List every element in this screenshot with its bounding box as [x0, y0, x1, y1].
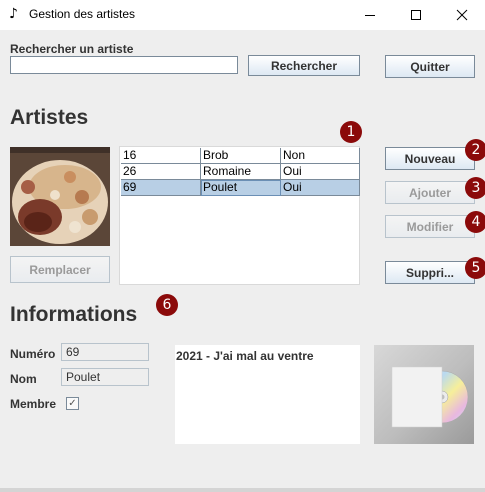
- table-cell-member: Oui: [281, 164, 360, 180]
- replace-button[interactable]: Remplacer: [10, 256, 110, 283]
- table-row-selected[interactable]: 69 Poulet Oui: [121, 180, 360, 196]
- cd-cover-icon: [374, 345, 474, 444]
- table-cell-member: Non: [281, 148, 360, 164]
- maximize-button[interactable]: [393, 0, 439, 30]
- delete-button[interactable]: Suppri...: [385, 261, 475, 284]
- annotation-badge-3: 3: [465, 177, 485, 199]
- membre-label: Membre: [10, 397, 57, 411]
- annotation-badge-5: 5: [465, 257, 485, 279]
- table-cell-id: 26: [121, 164, 201, 180]
- annotation-badge-6: 6: [156, 294, 178, 316]
- minimize-icon: [365, 15, 375, 16]
- quit-button[interactable]: Quitter: [385, 55, 475, 78]
- artists-table[interactable]: 16 Brob Non 26 Romaine Oui 69 Poulet Oui: [119, 146, 360, 285]
- table-row[interactable]: 26 Romaine Oui: [121, 164, 360, 180]
- numero-label: Numéro: [10, 347, 56, 361]
- search-label: Rechercher un artiste: [10, 42, 134, 56]
- table-row[interactable]: 16 Brob Non: [121, 148, 360, 164]
- add-button[interactable]: Ajouter: [385, 181, 475, 204]
- annotation-badge-1: 1: [340, 121, 362, 143]
- close-button[interactable]: [439, 0, 485, 30]
- albums-list[interactable]: 2021 - J'ai mal au ventre: [175, 345, 360, 444]
- membre-checkbox[interactable]: ✓: [66, 397, 79, 410]
- close-icon: [456, 9, 468, 21]
- music-note-icon: ♪: [9, 6, 18, 22]
- table-cell-name: Romaine: [201, 164, 281, 180]
- minimize-button[interactable]: [347, 0, 393, 30]
- table-cell-name: Brob: [201, 148, 281, 164]
- search-input[interactable]: [10, 56, 238, 74]
- search-button[interactable]: Rechercher: [248, 55, 360, 76]
- modify-button[interactable]: Modifier: [385, 215, 475, 238]
- window-title: Gestion des artistes: [29, 7, 136, 21]
- title-bar: ♪ Gestion des artistes: [0, 0, 485, 30]
- annotation-badge-2: 2: [465, 139, 485, 161]
- nom-field: Poulet: [61, 368, 149, 386]
- nom-label: Nom: [10, 372, 37, 386]
- new-button[interactable]: Nouveau: [385, 147, 475, 170]
- check-icon: ✓: [68, 397, 77, 409]
- maximize-icon: [411, 10, 421, 20]
- table-cell-id: 16: [121, 148, 201, 164]
- status-strip: [0, 488, 485, 492]
- table-cell-name: Poulet: [201, 180, 281, 196]
- table-cell-member: Oui: [281, 180, 360, 196]
- list-item[interactable]: 2021 - J'ai mal au ventre: [176, 349, 314, 363]
- annotation-badge-4: 4: [465, 211, 485, 233]
- artist-photo: [10, 147, 110, 246]
- numero-field: 69: [61, 343, 149, 361]
- artists-heading: Artistes: [10, 106, 89, 129]
- table-cell-id: 69: [121, 180, 201, 196]
- info-heading: Informations: [10, 303, 138, 326]
